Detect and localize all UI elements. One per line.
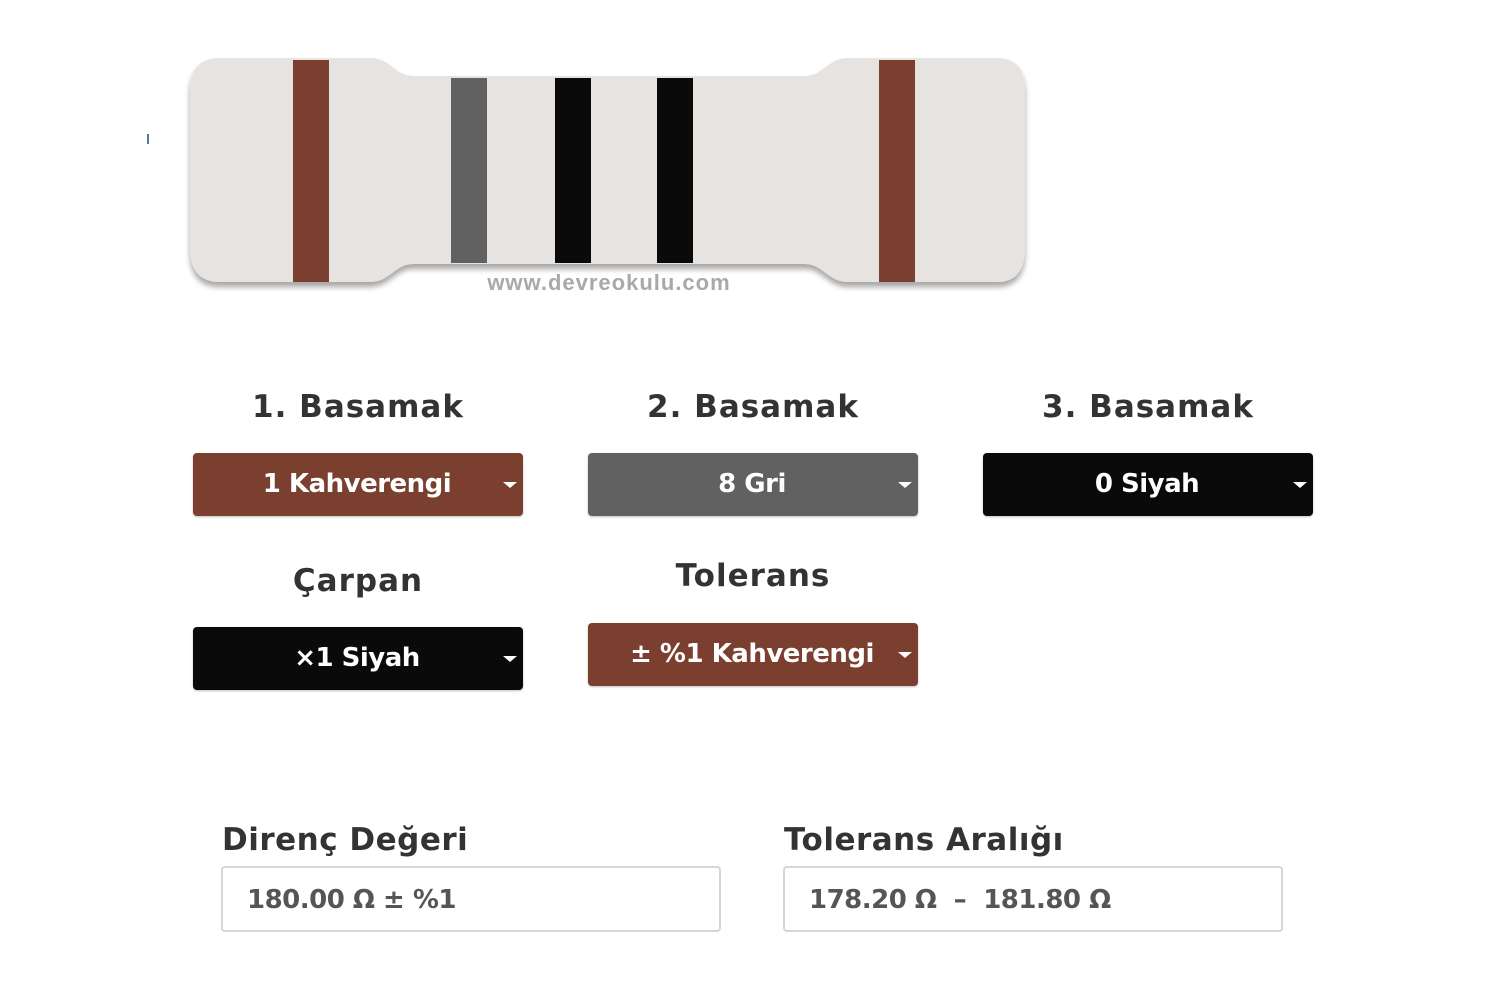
caret-down-icon xyxy=(898,482,912,488)
multiplier-select-value: ×1 Siyah xyxy=(294,643,420,673)
tolerance-select-value: ± %1 Kahverengi xyxy=(630,639,874,669)
tolerance-range-field[interactable]: 178.20 Ω – 181.80 Ω xyxy=(783,866,1283,932)
caret-down-icon xyxy=(503,482,517,488)
stray-mark xyxy=(147,134,149,144)
digit2-select-value: 8 Gri xyxy=(718,469,786,499)
digit1-select-value: 1 Kahverengi xyxy=(262,469,452,499)
caret-down-icon xyxy=(1293,482,1307,488)
watermark: www.devreokulu.com xyxy=(487,270,731,295)
multiplier-label: Çarpan xyxy=(292,563,424,599)
multiplier-select[interactable]: ×1 Siyah xyxy=(193,627,523,690)
digit3-select-value: 0 Siyah xyxy=(1094,469,1200,499)
caret-down-icon xyxy=(898,652,912,658)
resistance-value-field[interactable]: 180.00 Ω ± %1 xyxy=(221,866,721,932)
digit3-label: 3. Basamak xyxy=(1042,389,1254,425)
tolerance-label: Tolerans xyxy=(675,558,831,594)
digit3-select[interactable]: 0 Siyah xyxy=(983,453,1313,516)
band-multiplier xyxy=(657,78,693,263)
band-digit1 xyxy=(293,60,329,282)
resistor-calculator: www.devreokulu.com 1. Basamak 1 Kahveren… xyxy=(0,0,1500,1000)
digit1-select[interactable]: 1 Kahverengi xyxy=(193,453,523,516)
tolerance-range-label: Tolerans Aralığı xyxy=(784,822,1064,858)
digit2-select[interactable]: 8 Gri xyxy=(588,453,918,516)
resistance-value-text: 180.00 Ω ± %1 xyxy=(247,885,457,915)
digit2-label: 2. Basamak xyxy=(647,389,859,425)
band-tolerance xyxy=(879,60,915,282)
resistance-value-label: Direnç Değeri xyxy=(222,822,469,858)
digit1-label: 1. Basamak xyxy=(252,389,464,425)
band-digit3 xyxy=(555,78,591,263)
caret-down-icon xyxy=(503,656,517,662)
tolerance-range-text: 178.20 Ω – 181.80 Ω xyxy=(809,885,1111,915)
tolerance-select[interactable]: ± %1 Kahverengi xyxy=(588,623,918,686)
band-digit2 xyxy=(451,78,487,263)
